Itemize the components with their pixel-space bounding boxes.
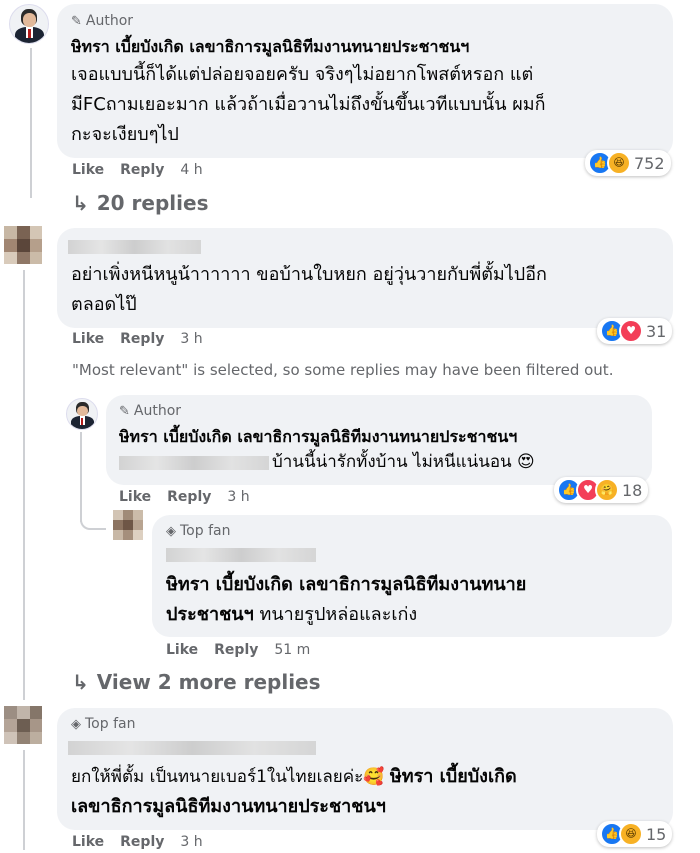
blurred-mention (119, 456, 269, 470)
timestamp[interactable]: 51 m (274, 642, 310, 658)
view-replies-link[interactable]: ↳ 20 replies (72, 191, 208, 215)
reaction-summary[interactable]: 👍 😆 15 (597, 821, 673, 847)
timestamp[interactable]: 3 h (180, 834, 202, 850)
mention-tag[interactable]: ประชาชนฯ (166, 604, 254, 625)
timestamp[interactable]: 3 h (180, 331, 202, 347)
reply-button[interactable]: Reply (214, 642, 258, 658)
top-fan-badge: ◈ Top fan (166, 523, 230, 539)
user-avatar[interactable] (4, 226, 42, 264)
reaction-count: 31 (646, 321, 667, 341)
mention-tag[interactable]: ษิทรา เบี้ยบังเกิด เลขาธิการมูลนิธิทีมงา… (166, 570, 526, 600)
blurred-name (68, 240, 201, 254)
reply-arrow-icon: ↳ (72, 670, 89, 694)
reply-text: บ้านนี้น่ารักทั้งบ้าน ไม่หนีแน่นอน 😍 (272, 452, 535, 472)
reaction-summary[interactable]: 👍 ♥ 🤗 18 (554, 477, 649, 503)
author-avatar[interactable] (66, 398, 98, 430)
reaction-count: 752 (634, 153, 665, 173)
mention-tag[interactable]: เลขาธิการมูลนิธิทีมงานทนายประชาชนฯ (71, 792, 386, 822)
comment-text-line: กะจะเงียบๆไป (71, 124, 179, 145)
timestamp[interactable]: 3 h (227, 489, 249, 505)
comment-text-line: มีFCถามเยอะมาก แล้วถ้าเมื่อวานไม่ถึงขั้น… (71, 94, 546, 115)
badge-label: Author (85, 13, 134, 29)
view-more-replies-link[interactable]: ↳ View 2 more replies (72, 670, 321, 694)
reaction-count: 15 (646, 824, 667, 844)
badge-label: Top fan (85, 716, 136, 732)
blurred-name (68, 741, 316, 755)
user-avatar[interactable] (4, 706, 42, 744)
comment-actions: Like Reply 3 h (72, 834, 203, 850)
comment-actions: Like Reply 3 h (72, 331, 203, 347)
commenter-name[interactable]: ษิทรา เบี้ยบังเกิด เลขาธิการมูลนิธิทีมงา… (71, 36, 469, 58)
pencil-icon: ✎ (71, 13, 82, 29)
reply-text-line: ประชาชนฯ ทนายรูปหล่อและเก่ง (166, 600, 417, 630)
timestamp[interactable]: 4 h (180, 162, 202, 178)
filter-notice: "Most relevant" is selected, so some rep… (72, 361, 614, 379)
like-button[interactable]: Like (72, 834, 104, 850)
haha-reaction-icon: 😆 (619, 822, 643, 846)
badge-label: Author (133, 403, 182, 419)
top-fan-badge: ◈ Top fan (71, 716, 135, 732)
comment-text: ยกให้พี่ตั้ม เป็นทนายเบอร์1ในไทยเลยค่ะ🥰 (71, 767, 385, 787)
haha-reaction-icon: 😆 (607, 151, 631, 175)
author-badge: ✎ Author (119, 403, 181, 419)
thread-line (30, 48, 32, 198)
reply-text: ทนายรูปหล่อและเก่ง (259, 604, 418, 625)
thread-line (23, 750, 25, 850)
reply-arrow-icon: ↳ (72, 191, 89, 215)
like-button[interactable]: Like (72, 331, 104, 347)
reply-actions: Like Reply 3 h (119, 489, 250, 505)
reply-button[interactable]: Reply (120, 834, 164, 850)
thread-line (23, 270, 25, 700)
reply-button[interactable]: Reply (120, 162, 164, 178)
view-more-replies-label: View 2 more replies (96, 670, 321, 694)
user-avatar[interactable] (113, 510, 143, 540)
reaction-count: 18 (622, 480, 643, 500)
reply-button[interactable]: Reply (120, 331, 164, 347)
view-replies-label: 20 replies (96, 191, 209, 215)
reply-button[interactable]: Reply (167, 489, 211, 505)
love-reaction-icon: ♥ (619, 319, 643, 343)
comment-text-line: ตลอดไป๊ (71, 294, 137, 315)
reaction-summary[interactable]: 👍 ♥ 31 (597, 318, 673, 344)
author-avatar[interactable] (9, 4, 49, 44)
like-button[interactable]: Like (119, 489, 151, 505)
diamond-icon: ◈ (71, 716, 81, 732)
reaction-summary[interactable]: 👍 😆 752 (585, 150, 671, 176)
care-reaction-icon: 🤗 (595, 478, 619, 502)
comment-text-line: เจอแบบนี้ก็ได้แต่ปล่อยจอยครับ จริงๆไม่อย… (71, 64, 534, 85)
pencil-icon: ✎ (119, 403, 130, 419)
badge-label: Top fan (180, 523, 231, 539)
like-button[interactable]: Like (72, 162, 104, 178)
comment-text-line: อย่าเพิ่งหนีหนูน้าาาาาา ขอบ้านใบหยก อยู่… (71, 264, 547, 285)
mention-tag[interactable]: ษิทรา เบี้ยบังเกิด (390, 766, 517, 787)
comment-actions: Like Reply 4 h (72, 162, 203, 178)
diamond-icon: ◈ (166, 523, 176, 539)
thread-branch (80, 500, 106, 530)
reply-actions: Like Reply 51 m (166, 642, 310, 658)
author-badge: ✎ Author (71, 13, 133, 29)
comment-text-line: ยกให้พี่ตั้ม เป็นทนายเบอร์1ในไทยเลยค่ะ🥰 … (71, 762, 517, 792)
like-button[interactable]: Like (166, 642, 198, 658)
commenter-name[interactable]: ษิทรา เบี้ยบังเกิด เลขาธิการมูลนิธิทีมงา… (119, 426, 517, 448)
blurred-name (166, 548, 316, 562)
